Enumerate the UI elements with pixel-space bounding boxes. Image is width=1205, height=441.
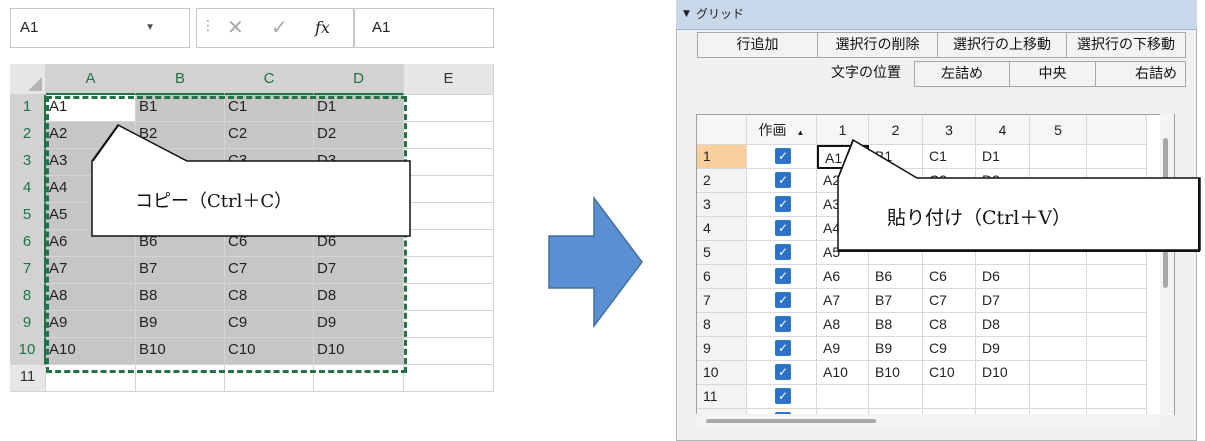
paste-callout-text: 貼り付け（Ctrl＋V）	[887, 207, 1072, 229]
